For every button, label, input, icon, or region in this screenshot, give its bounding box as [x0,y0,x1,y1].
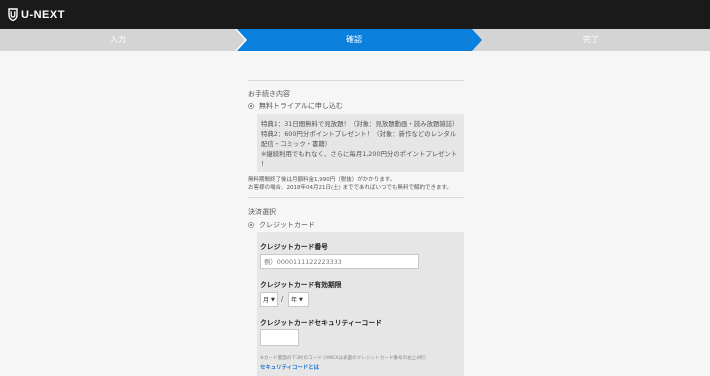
month-value: 月 [263,297,270,304]
progress-steps: 入力 確認 完了 [0,29,710,51]
expiry-month-select[interactable]: 月 ▼ [260,292,278,307]
cvc-label: クレジットカードセキュリティーコード [260,319,382,327]
shield-logo-icon [8,8,18,21]
card-number-label: クレジットカード番号 [260,243,328,251]
benefit-line: 特典2：600円分ポイントプレゼント！（対象：新作などのレンタル [261,130,457,138]
caret-down-icon: ▼ [299,296,303,303]
benefit-line: ※継続利用でもれなく、さらに毎月1,200円分のポイントプレゼント [261,150,458,158]
procedure-title: お手続き内容 [248,90,290,98]
card-form: クレジットカード番号 例）0000111122223333 クレジットカード有効… [257,232,464,376]
step-confirm: 確認 [346,35,362,44]
divider [248,80,464,81]
step-input: 入力 [110,35,126,44]
cvc-note: ※カード裏面の下3桁のコード [AMEXは表面のクレジットカード番号の右上4桁] [260,356,426,361]
radio-selected-icon[interactable] [248,222,254,228]
top-bar: U-NEXT [0,0,710,29]
benefit-line: 特典1：31日間無料で見放題！（対象：見放題動画・読み放題雑誌） [261,120,459,128]
benefit-box: 特典1：31日間無料で見放題！（対象：見放題動画・読み放題雑誌） 特典2：600… [257,114,464,172]
benefit-line: 配信・コミック・書籍） [261,140,332,148]
payment-title: 決済選択 [248,208,276,216]
main-content: お手続き内容 無料トライアルに申し込む 特典1：31日間無料で見放題！（対象：見… [248,51,464,376]
divider [248,197,464,198]
cvc-input[interactable] [260,329,299,346]
year-value: 年 [291,297,298,304]
expiry-label: クレジットカード有効期限 [260,281,342,289]
card-number-placeholder: 例）0000111122223333 [264,258,342,266]
cvc-help-link[interactable]: セキュリティコードとは [260,363,319,371]
cancel-note: お客様の場合、2018年04月21日(土) までであればいつでも無料で解約できま… [248,185,452,191]
credit-card-option[interactable]: クレジットカード [248,220,315,230]
credit-card-option-label: クレジットカード [259,221,315,229]
expiry-slash: / [281,295,284,303]
brand-logo[interactable]: U-NEXT [8,7,65,22]
fee-note: 無料期間終了後は月額料金1,990円（税抜）がかかります。 [248,177,396,183]
card-number-input[interactable]: 例）0000111122223333 [260,254,419,269]
brand-name: U-NEXT [21,8,65,21]
step-complete: 完了 [583,35,599,44]
expiry-year-select[interactable]: 年 ▼ [288,292,309,307]
trial-option[interactable]: 無料トライアルに申し込む [248,101,343,111]
radio-selected-icon[interactable] [248,103,254,109]
benefit-line: ！ [261,160,268,168]
caret-down-icon: ▼ [271,296,275,303]
trial-option-label: 無料トライアルに申し込む [259,102,343,110]
